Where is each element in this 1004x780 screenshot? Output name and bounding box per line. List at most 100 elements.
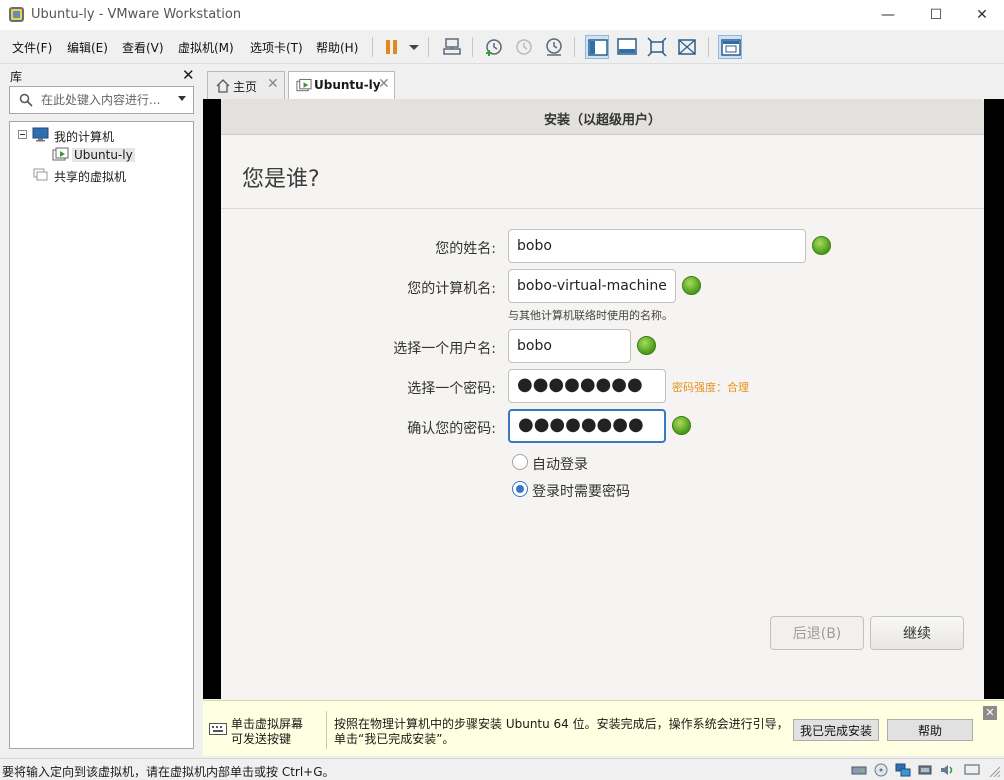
power-dropdown-chevron-icon[interactable]	[402, 35, 419, 59]
installer-header-title: 安装（以超级用户）	[543, 113, 661, 128]
tab-ubuntu-ly-label: Ubuntu-ly	[314, 78, 381, 92]
menu-view[interactable]: 查看(V)	[122, 39, 164, 56]
menu-vm[interactable]: 虚拟机(M)	[178, 39, 234, 56]
computer-name-label: 您的计算机名:	[407, 281, 496, 297]
toolbar-separator	[472, 37, 473, 57]
library-close-icon[interactable]: ✕	[182, 66, 195, 84]
toolbar-separator	[574, 37, 575, 57]
tree-item-my-computer[interactable]: 我的计算机	[10, 126, 190, 144]
snapshot-revert-icon[interactable]	[512, 35, 536, 59]
divider	[221, 208, 984, 209]
sound-card-icon[interactable]	[939, 763, 955, 777]
menu-tabs[interactable]: 选项卡(T)	[250, 39, 303, 56]
library-search-input[interactable]	[41, 91, 173, 109]
shared-vm-icon	[33, 168, 48, 181]
status-text: 要将输入定向到该虚拟机，请在虚拟机内部单击或按 Ctrl+G。	[2, 765, 335, 779]
install-hint-bar: 单击虚拟屏幕 可发送按键 按照在物理计算机中的步骤安装 Ubuntu 64 位。…	[203, 700, 1004, 756]
confirm-password-label: 确认您的密码:	[407, 421, 496, 437]
auto-login-label[interactable]: 自动登录	[532, 454, 588, 474]
tree-label-my-computer: 我的计算机	[54, 130, 115, 144]
computer-icon	[32, 127, 49, 142]
hint-click-screen-line1: 单击虚拟屏幕	[231, 717, 304, 731]
menu-file[interactable]: 文件(F)	[12, 39, 52, 56]
tab-home[interactable]: 主页 ✕	[207, 71, 285, 99]
tree-label-ubuntu-ly: Ubuntu-ly	[72, 148, 135, 162]
computer-name-field[interactable]	[508, 269, 676, 303]
hint-bar-close-icon[interactable]: ✕	[983, 706, 997, 720]
username-valid-icon	[637, 336, 656, 355]
auto-login-radio[interactable]	[512, 454, 528, 470]
tree-label-shared-vms: 共享的虚拟机	[54, 170, 127, 184]
hint-click-screen: 单击虚拟屏幕 可发送按键	[231, 717, 303, 747]
toolbar-separator	[428, 37, 429, 57]
library-header: 库 ✕	[0, 66, 198, 86]
search-dropdown-chevron-icon[interactable]	[178, 96, 186, 101]
resize-grip-icon[interactable]	[986, 763, 1002, 777]
hint-separator	[326, 711, 327, 749]
tree-item-ubuntu-ly[interactable]: Ubuntu-ly	[10, 146, 190, 164]
thumbnail-bar-icon[interactable]	[615, 35, 639, 59]
window-title: Ubuntu-ly - VMware Workstation	[31, 7, 242, 22]
installer-header: 安装（以超级用户）	[221, 99, 984, 135]
send-ctrl-alt-del-icon[interactable]	[440, 35, 464, 59]
close-window-button[interactable]: ✕	[960, 3, 1004, 27]
toolbar-separator	[372, 37, 373, 57]
snapshot-manager-icon[interactable]	[542, 35, 566, 59]
computer-name-valid-icon	[682, 276, 701, 295]
tab-home-label: 主页	[233, 80, 258, 94]
hint-install-instructions: 按照在物理计算机中的步骤安装 Ubuntu 64 位。安装完成后，操作系统会进行…	[334, 717, 789, 747]
hint-click-screen-line2: 可发送按键	[231, 732, 292, 746]
toolbar-separator	[708, 37, 709, 57]
library-title: 库	[10, 70, 23, 84]
menu-edit[interactable]: 编辑(E)	[67, 39, 108, 56]
name-valid-icon	[812, 236, 831, 255]
maximize-button[interactable]: ☐	[914, 3, 958, 27]
confirm-password-field[interactable]: ●●●●●●●●	[508, 409, 666, 443]
cd-dvd-icon[interactable]	[873, 763, 889, 777]
menu-help[interactable]: 帮助(H)	[316, 39, 358, 56]
tab-home-close-icon[interactable]: ✕	[267, 76, 279, 92]
snapshot-take-icon[interactable]	[482, 35, 506, 59]
page-title: 您是谁?	[242, 167, 320, 192]
username-label: 选择一个用户名:	[393, 341, 496, 357]
password-label: 选择一个密码:	[407, 381, 496, 397]
search-icon	[19, 93, 33, 107]
confirm-valid-icon	[672, 416, 691, 435]
vmware-app-icon	[9, 7, 24, 22]
tree-item-shared-vms[interactable]: 共享的虚拟机	[10, 166, 190, 184]
vm-running-icon	[296, 78, 312, 92]
name-label: 您的姓名:	[435, 241, 496, 257]
name-field[interactable]	[508, 229, 806, 263]
hint-install-line2: 单击“我已完成安装”。	[334, 732, 455, 746]
password-field[interactable]: ●●●●●●●●	[508, 369, 666, 403]
full-screen-icon[interactable]	[645, 35, 669, 59]
usb-device-icon[interactable]	[917, 763, 933, 777]
tab-ubuntu-ly-close-icon[interactable]: ✕	[378, 76, 390, 92]
hint-install-line1: 按照在物理计算机中的步骤安装 Ubuntu 64 位。安装完成后，操作系统会进行…	[334, 717, 789, 731]
done-installing-button[interactable]: 我已完成安装	[793, 719, 879, 741]
continue-button[interactable]: 继续	[870, 616, 964, 650]
require-password-label[interactable]: 登录时需要密码	[532, 481, 630, 501]
minimize-button[interactable]: —	[866, 3, 910, 27]
display-icon[interactable]	[964, 763, 980, 777]
hard-disk-icon[interactable]	[851, 763, 867, 777]
show-library-icon[interactable]	[585, 35, 609, 59]
keyboard-icon	[209, 723, 227, 735]
unity-mode-icon[interactable]	[675, 35, 699, 59]
back-button[interactable]: 后退(B)	[770, 616, 864, 650]
ubuntu-installer-window[interactable]: 安装（以超级用户） 您是谁? 您的姓名: 您的计算机名: 与其他计算机联络时使用…	[221, 99, 984, 699]
username-field[interactable]	[508, 329, 631, 363]
collapse-icon[interactable]	[18, 130, 27, 139]
title-bar: Ubuntu-ly - VMware Workstation — ☐ ✕	[0, 0, 1004, 30]
computer-name-hint: 与其他计算机联络时使用的名称。	[508, 309, 673, 322]
pause-icon[interactable]	[380, 35, 404, 59]
home-icon	[216, 79, 230, 93]
password-strength: 密码强度：合理	[672, 381, 749, 394]
library-search[interactable]	[9, 86, 194, 114]
help-button[interactable]: 帮助	[887, 719, 973, 741]
tab-ubuntu-ly[interactable]: Ubuntu-ly ✕	[288, 71, 395, 100]
console-view-icon[interactable]	[718, 35, 742, 59]
menu-toolbar: 文件(F) 编辑(E) 查看(V) 虚拟机(M) 选项卡(T) 帮助(H)	[0, 30, 1004, 64]
network-adapter-icon[interactable]	[895, 763, 911, 777]
require-password-radio[interactable]	[512, 481, 528, 497]
